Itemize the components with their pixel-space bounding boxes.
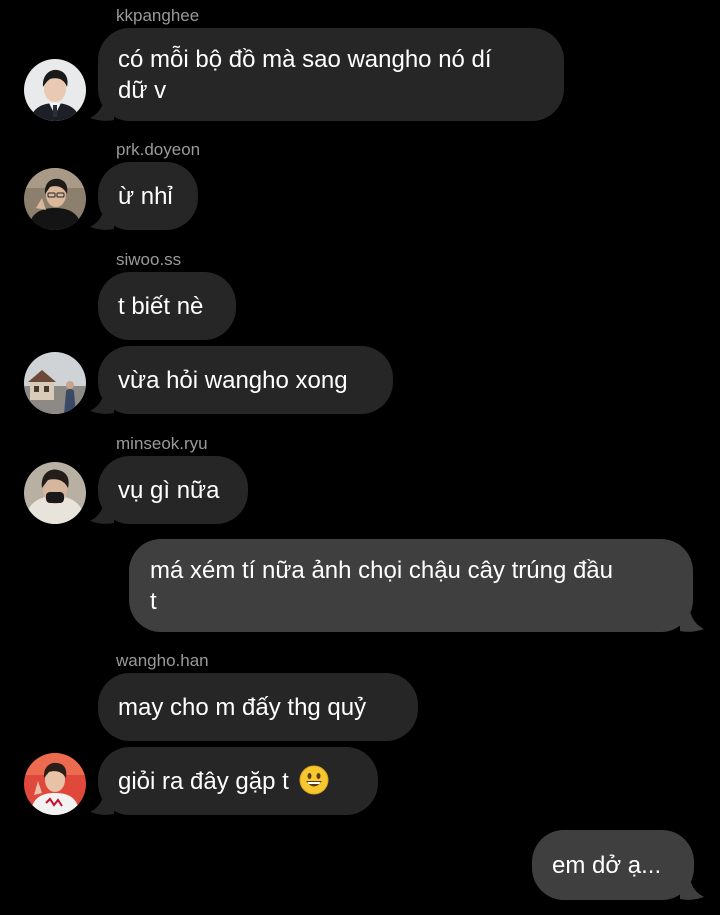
message-line: má xém tí nữa ảnh chọi chậu cây trúng đầ… — [150, 556, 613, 584]
message-line: t biết nè — [118, 292, 204, 320]
message-line: có mỗi bộ đồ mà sao wangho nó dí — [118, 45, 492, 73]
sender-name: minseok.ryu — [116, 434, 208, 453]
avatar-wangho-han[interactable] — [24, 753, 86, 815]
sender-name: kkpanghee — [116, 6, 200, 25]
bubble-tail — [90, 794, 114, 815]
message-bubble-outgoing[interactable]: em dở ạ... — [532, 830, 694, 900]
bubble-tail — [90, 393, 114, 414]
message-bubble[interactable]: có mỗi bộ đồ mà sao wangho nó dí dữ v — [98, 28, 564, 121]
bubble-tail — [90, 209, 114, 230]
bubble-tail — [680, 879, 704, 900]
message-bubble[interactable]: vừa hỏi wangho xong — [98, 346, 393, 414]
message-line: dữ v — [118, 76, 167, 104]
bubble-tail — [90, 503, 114, 524]
sender-name: siwoo.ss — [116, 250, 182, 269]
avatar-kkpanghee[interactable] — [24, 59, 86, 121]
message-bubble-outgoing[interactable]: má xém tí nữa ảnh chọi chậu cây trúng đầ… — [129, 539, 693, 632]
avatar-minseok-ryu[interactable] — [24, 462, 86, 524]
avatar-prk-doyeon[interactable] — [24, 168, 86, 230]
avatar-siwoo-ss[interactable] — [24, 352, 86, 414]
message-bubble[interactable]: may cho m đấy thg quỷ — [98, 673, 418, 741]
bubble-tail — [90, 100, 114, 121]
message-line: vụ gì nữa — [118, 476, 220, 504]
sender-name: prk.doyeon — [116, 140, 201, 159]
message-bubble[interactable]: vụ gì nữa — [98, 456, 248, 524]
message-line: may cho m đấy thg quỷ — [118, 693, 367, 721]
bubble-tail — [680, 611, 704, 632]
sender-name: wangho.han — [116, 651, 209, 670]
message-bubble[interactable]: giỏi ra đây gặp t — [98, 747, 378, 815]
message-line: em dở ạ... — [552, 851, 662, 879]
grinning-face-emoji-icon — [299, 765, 329, 795]
message-line: vừa hỏi wangho xong — [118, 366, 348, 394]
message-line: t — [150, 587, 157, 615]
message-bubble[interactable]: t biết nè — [98, 272, 236, 340]
message-line: ừ nhỉ — [118, 182, 173, 210]
message-line: giỏi ra đây gặp t — [118, 768, 289, 795]
